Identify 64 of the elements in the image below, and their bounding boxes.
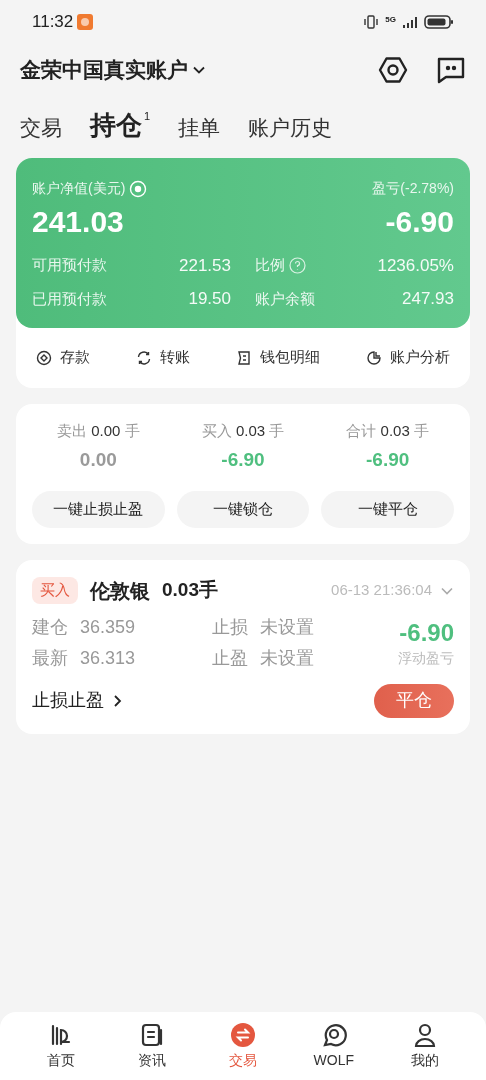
stat-label: 已用预付款 [32, 288, 107, 309]
stat-label: 可用预付款 [32, 255, 107, 275]
total-pnl: -6.90 [366, 448, 410, 472]
app-notification-icon [77, 14, 94, 30]
account-action[interactable]: 钱包明细 [236, 346, 320, 369]
position-lots: 0.03手 [162, 578, 218, 603]
account-title[interactable]: 金荣中国真实账户 [20, 54, 188, 86]
side-tag: 买入 [32, 577, 78, 604]
stat-value: 247.93 [402, 288, 454, 310]
bulk-action-button[interactable]: 一键锁仓 [176, 490, 310, 528]
tab[interactable]: 挂单 [178, 117, 221, 138]
stat-value: 19.50 [188, 288, 231, 310]
status-time: 11:32 [32, 11, 74, 34]
field-value: 36.359 [80, 615, 136, 639]
total-pnl: -6.90 [221, 448, 265, 472]
stat-value: 221.53 [179, 254, 231, 277]
field-value: 未设置 [260, 615, 314, 639]
network-label: 5G [385, 16, 396, 24]
nav-tab[interactable]: 资讯 [122, 1021, 183, 1071]
chevron-right-icon [112, 693, 124, 708]
message-icon[interactable] [436, 55, 466, 85]
floating-pnl-label: 浮动盈亏 [398, 648, 454, 668]
account-action[interactable]: 转账 [136, 346, 190, 369]
account-action[interactable]: 账户分析 [366, 346, 450, 369]
pnl-label: 盈亏(-2.78%) [372, 179, 454, 198]
field-value: 未设置 [260, 646, 314, 670]
vibrate-icon [363, 15, 380, 29]
stat-label: 比例 [255, 255, 285, 275]
refresh-icon [136, 349, 152, 366]
pnl-value: -6.90 [385, 204, 454, 240]
nav-tab[interactable]: WOLF [303, 1021, 364, 1071]
bulk-action-button[interactable]: 一键平仓 [321, 490, 454, 528]
nav-tab[interactable]: 交易 [213, 1021, 273, 1071]
stop-loss-take-profit-link[interactable]: 止损止盈 [32, 687, 124, 714]
tab[interactable]: 持仓 [90, 112, 142, 138]
open-time: 06-13 21:36:04 [331, 580, 432, 601]
battery-icon [424, 14, 454, 30]
exchange-icon [230, 1021, 256, 1048]
settings-icon[interactable] [378, 55, 408, 85]
field-label: 止盈 [212, 646, 248, 670]
lots-summary: 卖出 0.00 手 [57, 420, 140, 441]
lots-summary: 合计 0.03 手 [346, 420, 429, 441]
nav-tab[interactable]: 首页 [31, 1021, 92, 1071]
stat-label: 账户余额 [255, 288, 315, 309]
lots-summary: 买入 0.03 手 [201, 420, 285, 441]
field-value: 36.313 [80, 646, 136, 670]
field-label: 最新 [32, 646, 68, 670]
total-pnl: 0.00 [79, 448, 117, 472]
receipt-icon [236, 349, 252, 366]
symbol-name: 伦敦银 [90, 578, 150, 604]
nav-tab[interactable]: 我的 [394, 1021, 455, 1071]
pie-chart-icon [366, 349, 382, 366]
tab[interactable]: 交易 [20, 117, 62, 138]
account-action[interactable]: 存款 [36, 346, 90, 369]
equity-label: 账户净值(美元) [32, 179, 126, 198]
tab-count: 1 [144, 109, 151, 124]
bulk-action-button[interactable]: 一键止损止盈 [32, 490, 165, 528]
stat-value: 1236.05% [377, 254, 454, 277]
field-label: 止损 [212, 615, 248, 639]
equity-value: 241.03 [32, 204, 124, 240]
tab[interactable]: 账户历史 [248, 117, 333, 138]
signal-icon [402, 15, 418, 29]
floating-pnl: -6.90 [399, 617, 454, 648]
field-label: 建仓 [32, 615, 68, 639]
